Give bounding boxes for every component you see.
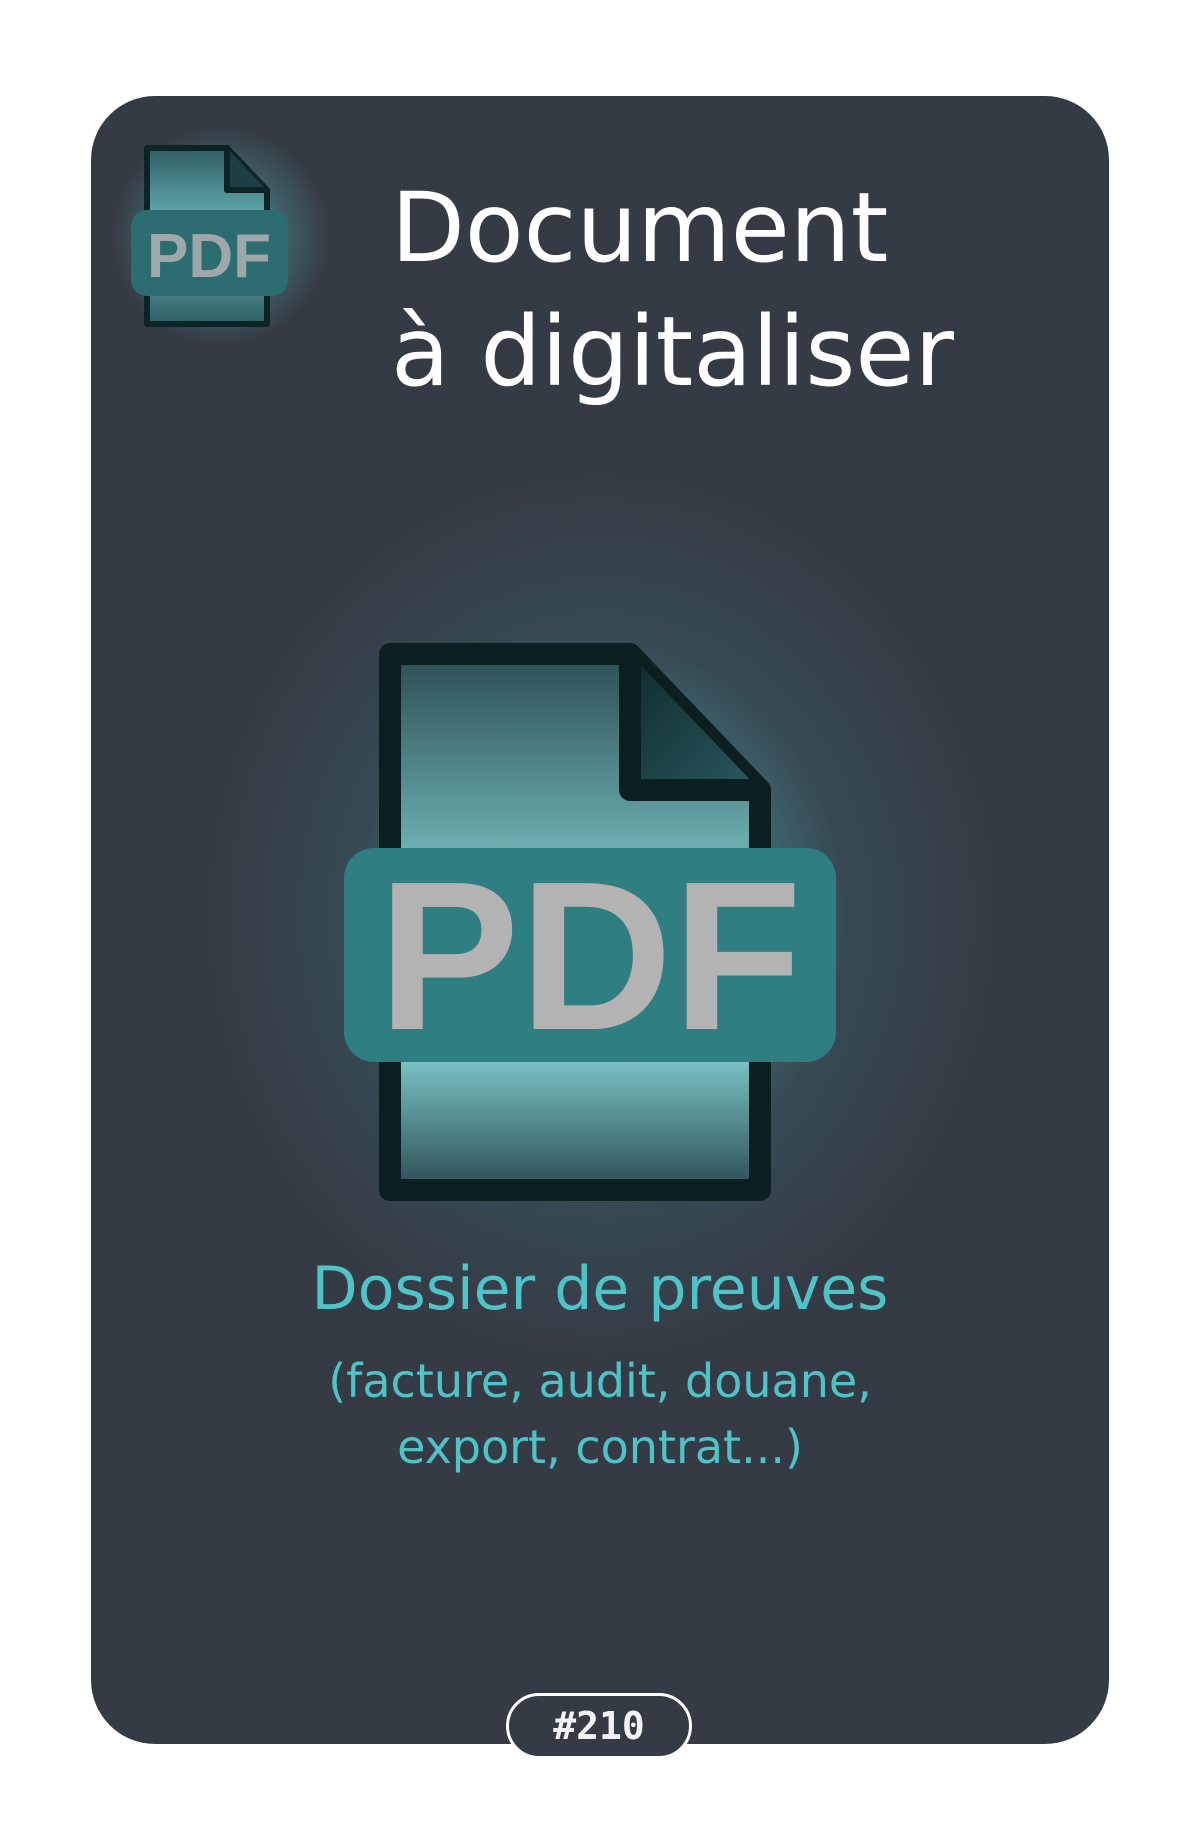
card: PDF Document à digitaliser PDF Dossier d… bbox=[91, 96, 1109, 1744]
details-line-2: export, contrat...) bbox=[397, 1420, 803, 1474]
small-icon-label: PDF bbox=[147, 222, 271, 291]
page-title: Document à digitaliser bbox=[391, 166, 1091, 414]
details-text: (facture, audit, douane, export, contrat… bbox=[91, 1348, 1109, 1480]
card-number-badge: #210 bbox=[506, 1693, 692, 1759]
large-icon-label: PDF bbox=[378, 837, 802, 1074]
title-line-2: à digitaliser bbox=[391, 296, 954, 408]
pdf-file-icon: PDF bbox=[131, 145, 288, 327]
subtitle: Dossier de preuves bbox=[311, 1254, 889, 1324]
pdf-file-icon: PDF bbox=[344, 643, 836, 1201]
title-line-1: Document bbox=[391, 172, 889, 284]
details-line-1: (facture, audit, douane, bbox=[328, 1354, 872, 1408]
